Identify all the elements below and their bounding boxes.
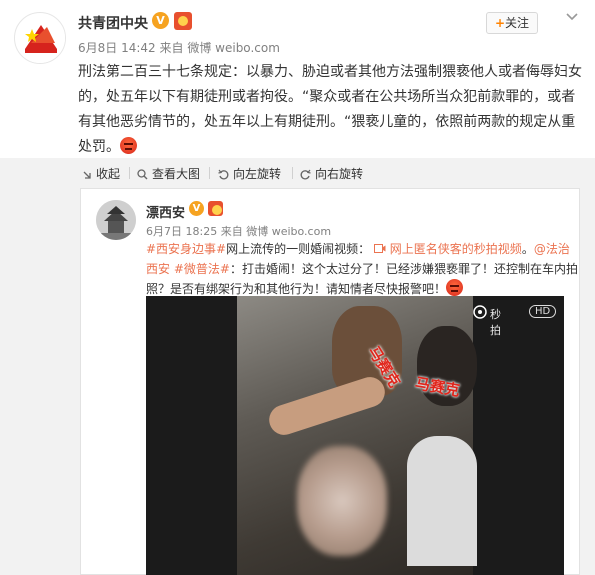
divider bbox=[129, 167, 130, 179]
member-level-icon bbox=[174, 12, 192, 30]
post-source[interactable]: 微博 weibo.com bbox=[187, 41, 280, 55]
topic-tag[interactable]: #微普法# bbox=[174, 262, 230, 276]
repost-body-1: 网上流传的一则婚闹视频： bbox=[226, 242, 371, 256]
source-prefix: 来自 bbox=[220, 225, 243, 238]
view-large-button[interactable]: 查看大图 bbox=[137, 165, 200, 182]
image-toolbar: 收起 查看大图 向左旋转 向右旋转 bbox=[0, 158, 595, 188]
video-link-icon bbox=[373, 244, 386, 253]
magnifier-icon bbox=[137, 169, 148, 180]
divider bbox=[209, 167, 210, 179]
video-frame: 马赛克 马赛克 秒拍 HD bbox=[237, 296, 557, 575]
collapse-button[interactable]: 收起 bbox=[82, 165, 120, 182]
youth-league-logo-icon bbox=[16, 14, 65, 63]
repost-text: #西安身边事#网上流传的一则婚闹视频： 网上匿名侠客的秒拍视频。@法治西安 #微… bbox=[146, 239, 578, 299]
collapse-label: 收起 bbox=[96, 167, 121, 181]
angry-emoji-icon bbox=[120, 137, 137, 154]
repost-author-name[interactable]: 漂西安 bbox=[146, 202, 185, 221]
video-watermark: 秒拍 bbox=[490, 308, 501, 337]
post-date[interactable]: 6月8日 14:42 bbox=[78, 41, 156, 55]
rotate-right-button[interactable]: 向右旋转 bbox=[300, 165, 363, 182]
video-player[interactable]: 马赛克 马赛克 秒拍 HD bbox=[146, 296, 564, 575]
angry-emoji-icon bbox=[446, 279, 464, 296]
video-arm bbox=[265, 373, 389, 439]
post-text: 刑法第二百三十七条规定：以暴力、胁迫或者其他方法强制猥亵他人或者侮辱妇女的，处五… bbox=[78, 60, 586, 160]
follow-label: 关注 bbox=[505, 16, 530, 30]
source-prefix: 来自 bbox=[159, 41, 184, 55]
rotate-right-icon bbox=[300, 169, 311, 180]
member-level-icon bbox=[208, 201, 223, 216]
rotate-left-button[interactable]: 向左旋转 bbox=[218, 165, 281, 182]
repost-meta: 6月7日 18:25 来自 微博 weibo.com bbox=[146, 223, 331, 239]
author-avatar[interactable] bbox=[14, 12, 66, 64]
plus-icon: + bbox=[494, 16, 506, 30]
blurred-face bbox=[297, 446, 387, 556]
rotate-right-label: 向右旋转 bbox=[315, 167, 364, 181]
view-large-label: 查看大图 bbox=[152, 167, 201, 181]
chevron-down-icon[interactable] bbox=[565, 10, 579, 24]
verified-icon: V bbox=[189, 201, 204, 216]
video-link[interactable]: 网上匿名侠客的秒拍视频 bbox=[390, 242, 522, 256]
hd-badge: HD bbox=[529, 305, 557, 318]
video-person bbox=[407, 436, 477, 566]
separator: 。 bbox=[521, 242, 534, 256]
topic-tag[interactable]: #西安身边事# bbox=[146, 242, 226, 256]
post-body: 刑法第二百三十七条规定：以暴力、胁迫或者其他方法强制猥亵他人或者侮辱妇女的，处五… bbox=[78, 64, 582, 155]
author-name[interactable]: 共青团中央 bbox=[78, 13, 148, 33]
rotate-left-icon bbox=[218, 169, 229, 180]
follow-button[interactable]: +关注 bbox=[486, 12, 538, 34]
post-meta: 6月8日 14:42 来自 微博 weibo.com bbox=[78, 39, 280, 56]
repost-date[interactable]: 6月7日 18:25 bbox=[146, 225, 217, 238]
repost-author-avatar[interactable] bbox=[96, 200, 136, 240]
bell-tower-icon bbox=[96, 200, 136, 240]
rotate-left-label: 向左旋转 bbox=[233, 167, 282, 181]
divider bbox=[292, 167, 293, 179]
miaopai-logo-icon bbox=[473, 305, 487, 319]
verified-icon: V bbox=[152, 12, 169, 29]
collapse-arrow-icon bbox=[83, 171, 91, 179]
repost-source[interactable]: 微博 weibo.com bbox=[246, 225, 331, 238]
